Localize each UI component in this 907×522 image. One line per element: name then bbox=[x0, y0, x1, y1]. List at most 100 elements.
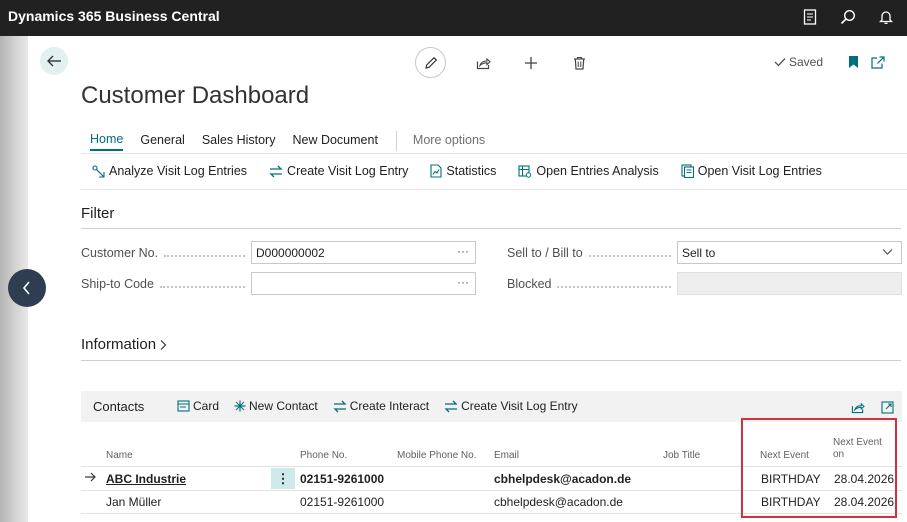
expand-icon bbox=[881, 401, 894, 414]
action-label: Open Entries Analysis bbox=[536, 164, 659, 178]
sell-to-bill-to-field: Sell to / Bill to Sell to bbox=[507, 241, 902, 264]
tab-general[interactable]: General bbox=[140, 133, 184, 150]
column-header-name[interactable]: Name bbox=[106, 450, 133, 461]
blocked-label: Blocked bbox=[507, 276, 552, 291]
edit-button[interactable] bbox=[415, 47, 446, 78]
tabs-divider bbox=[81, 153, 907, 154]
card-button[interactable]: Card bbox=[177, 399, 219, 413]
create-visit-log-entry-button[interactable]: Create Visit Log Entry bbox=[269, 164, 408, 178]
table-analysis-icon bbox=[518, 164, 532, 178]
document-chart-icon bbox=[430, 164, 442, 178]
actions-divider bbox=[81, 189, 907, 190]
previous-record-button[interactable] bbox=[8, 269, 46, 307]
column-header-phone[interactable]: Phone No. bbox=[300, 450, 347, 461]
swap-arrows-icon bbox=[333, 400, 347, 412]
share-button[interactable] bbox=[472, 52, 494, 74]
open-new-window-icon bbox=[871, 56, 885, 69]
row-actions-menu-icon[interactable]: ⋮ bbox=[271, 468, 295, 489]
back-button[interactable] bbox=[40, 47, 68, 75]
create-interact-button[interactable]: Create Interact bbox=[333, 399, 429, 413]
statistics-button[interactable]: Statistics bbox=[430, 164, 496, 178]
analyze-icon bbox=[92, 164, 105, 178]
contact-phone[interactable]: 02151-9261000 bbox=[300, 495, 384, 509]
report-icon[interactable] bbox=[799, 6, 821, 28]
analyze-visit-log-entries-button[interactable]: Analyze Visit Log Entries bbox=[92, 164, 247, 178]
action-label: Create Visit Log Entry bbox=[287, 164, 409, 178]
sell-to-bill-to-value: Sell to bbox=[682, 245, 716, 260]
ship-to-code-label: Ship-to Code bbox=[81, 276, 154, 291]
plus-icon bbox=[525, 56, 537, 69]
open-visit-log-entries-button[interactable]: Open Visit Log Entries bbox=[681, 164, 822, 178]
search-icon[interactable] bbox=[837, 6, 859, 28]
filter-divider bbox=[81, 228, 901, 229]
customer-no-input[interactable]: D000000002 ··· bbox=[251, 241, 476, 264]
bookmark-icon bbox=[849, 56, 858, 68]
customer-no-lookup-icon[interactable]: ··· bbox=[457, 244, 469, 258]
saved-label: Saved bbox=[789, 55, 824, 69]
bell-icon[interactable] bbox=[875, 6, 897, 28]
sell-to-bill-to-select[interactable]: Sell to bbox=[677, 241, 902, 264]
annotation-highlight-box bbox=[741, 418, 897, 518]
new-button[interactable] bbox=[520, 52, 542, 74]
delete-button[interactable] bbox=[568, 52, 590, 74]
open-new-window-button[interactable] bbox=[871, 54, 885, 73]
tab-more-options[interactable]: More options bbox=[413, 133, 485, 150]
document-list-icon bbox=[681, 164, 694, 178]
customer-no-field: Customer No. D000000002 ··· bbox=[81, 241, 476, 264]
blocked-field: Blocked bbox=[507, 272, 902, 295]
bookmark-button[interactable] bbox=[848, 54, 859, 73]
contacts-create-visit-log-entry-button[interactable]: Create Visit Log Entry bbox=[444, 399, 578, 413]
app-title[interactable]: Dynamics 365 Business Central bbox=[8, 8, 220, 24]
ship-to-code-input[interactable]: ··· bbox=[251, 272, 476, 295]
back-arrow-icon bbox=[47, 55, 61, 67]
action-label: Card bbox=[193, 399, 220, 413]
contacts-expand-button[interactable] bbox=[881, 399, 894, 418]
action-label: New Contact bbox=[249, 399, 318, 413]
contact-email[interactable]: cbhelpdesk@acadon.de bbox=[494, 495, 623, 509]
top-bar: Dynamics 365 Business Central bbox=[0, 0, 907, 36]
customer-no-label: Customer No. bbox=[81, 245, 159, 260]
swap-arrows-icon bbox=[444, 400, 458, 412]
customer-no-value: D000000002 bbox=[256, 245, 325, 260]
action-label: Statistics bbox=[446, 164, 497, 178]
tab-sales-history[interactable]: Sales History bbox=[202, 133, 276, 150]
share-icon bbox=[851, 402, 865, 414]
pencil-icon bbox=[424, 56, 437, 69]
contact-email[interactable]: cbhelpdesk@acadon.de bbox=[494, 472, 631, 486]
blocked-input bbox=[677, 272, 902, 295]
contact-phone[interactable]: 02151-9261000 bbox=[300, 472, 384, 486]
contacts-share-button[interactable] bbox=[851, 399, 865, 418]
current-row-arrow-icon bbox=[85, 472, 96, 482]
chevron-right-icon bbox=[160, 339, 167, 350]
open-entries-analysis-button[interactable]: Open Entries Analysis bbox=[518, 164, 659, 178]
page-tabs: Home General Sales History New Document … bbox=[90, 131, 502, 151]
column-header-mobile[interactable]: Mobile Phone No. bbox=[397, 450, 477, 461]
ship-to-code-lookup-icon[interactable]: ··· bbox=[457, 275, 469, 289]
tab-new-document[interactable]: New Document bbox=[292, 133, 377, 150]
action-label: Create Interact bbox=[349, 399, 430, 413]
action-label: Analyze Visit Log Entries bbox=[109, 164, 248, 178]
column-header-email[interactable]: Email bbox=[494, 450, 519, 461]
column-header-job-title[interactable]: Job Title bbox=[663, 450, 700, 461]
information-divider bbox=[81, 360, 901, 361]
page-title: Customer Dashboard bbox=[81, 82, 310, 109]
contact-name-link[interactable]: ABC Industrie bbox=[106, 472, 186, 486]
new-contact-button[interactable]: New Contact bbox=[234, 399, 318, 413]
filter-section-title[interactable]: Filter bbox=[81, 205, 114, 222]
chevron-down-icon bbox=[882, 249, 893, 255]
action-bar: Analyze Visit Log Entries Create Visit L… bbox=[92, 164, 844, 178]
contacts-title[interactable]: Contacts bbox=[93, 399, 144, 414]
swap-arrows-icon bbox=[269, 165, 283, 177]
information-section-title[interactable]: Information bbox=[81, 336, 167, 353]
trash-icon bbox=[573, 56, 585, 70]
checkmark-icon bbox=[774, 58, 786, 67]
contact-name[interactable]: Jan Müller bbox=[106, 495, 161, 509]
information-title: Information bbox=[81, 336, 157, 353]
saved-status: Saved bbox=[774, 55, 823, 69]
action-label: Open Visit Log Entries bbox=[697, 164, 822, 178]
card-icon bbox=[177, 400, 190, 412]
action-label: Create Visit Log Entry bbox=[461, 399, 578, 413]
ship-to-code-field: Ship-to Code ··· bbox=[81, 272, 476, 295]
share-icon bbox=[476, 57, 491, 69]
tab-home[interactable]: Home bbox=[90, 132, 124, 151]
